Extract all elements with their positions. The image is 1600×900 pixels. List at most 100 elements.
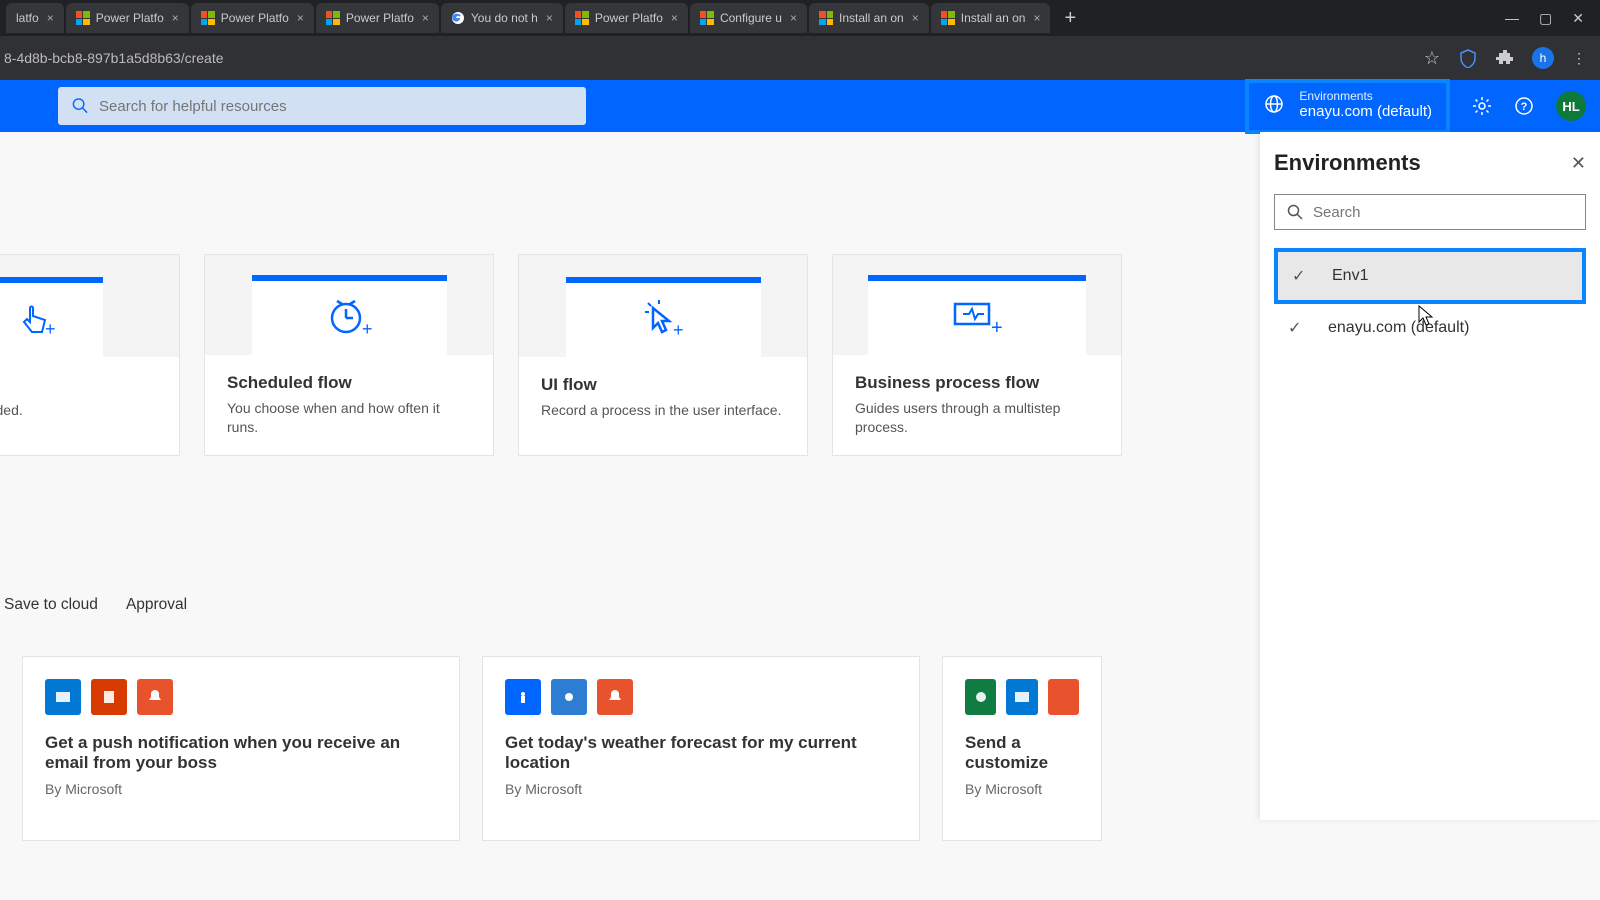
ms-favicon-icon [201, 11, 215, 25]
browser-tab[interactable]: Power Platfo× [565, 3, 688, 33]
office-icon [91, 679, 127, 715]
template-author: By Microsoft [505, 781, 897, 797]
bell-icon [137, 679, 173, 715]
environment-picker-button[interactable]: Environments enayu.com (default) [1245, 79, 1450, 134]
tab-close-icon[interactable]: × [546, 11, 553, 25]
flow-card-bpf[interactable]: + Business process flow Guides users thro… [832, 254, 1122, 456]
url-text[interactable]: 8-4d8b-bcb8-897b1a5d8b63/create [4, 50, 1424, 66]
template-card[interactable]: Get today's weather forecast for my curr… [482, 656, 920, 841]
filter-save-to-cloud[interactable]: Save to cloud [4, 596, 98, 614]
tab-close-icon[interactable]: × [1033, 11, 1040, 25]
search-icon [1287, 204, 1303, 220]
clock-icon: + [326, 295, 372, 341]
card-desc: You choose when and how often it runs. [227, 399, 471, 437]
card-title: Scheduled flow [227, 373, 471, 393]
svg-text:+: + [45, 319, 55, 339]
template-title: Get a push notification when you receive… [45, 733, 437, 773]
env-item-env1[interactable]: ✓ Env1 [1274, 248, 1586, 304]
globe-icon [1263, 93, 1285, 115]
weather-icon [551, 679, 587, 715]
browser-tab[interactable]: Install an on× [931, 3, 1051, 33]
browser-tab-strip: latfo× Power Platfo× Power Platfo× Power… [0, 0, 1600, 36]
bell-icon [597, 679, 633, 715]
svg-text:+: + [991, 317, 1003, 339]
card-title: UI flow [541, 375, 785, 395]
ms-favicon-icon [76, 11, 90, 25]
svg-text:+: + [673, 320, 684, 340]
tab-close-icon[interactable]: × [671, 11, 678, 25]
browser-address-bar[interactable]: 8-4d8b-bcb8-897b1a5d8b63/create ☆ h ⋮ [0, 36, 1600, 80]
template-card[interactable]: Send a customize By Microsoft [942, 656, 1102, 841]
tab-close-icon[interactable]: × [790, 11, 797, 25]
search-icon [72, 97, 89, 115]
process-icon: + [949, 296, 1005, 340]
browser-tab[interactable]: You do not h× [441, 3, 563, 33]
svg-text:?: ? [1521, 101, 1528, 113]
extensions-icon[interactable] [1496, 49, 1514, 67]
tab-close-icon[interactable]: × [912, 11, 919, 25]
tab-close-icon[interactable]: × [172, 11, 179, 25]
env-search-input[interactable] [1313, 204, 1573, 221]
card-title: y [0, 375, 157, 395]
user-avatar[interactable]: HL [1556, 91, 1586, 121]
tab-close-icon[interactable]: × [422, 11, 429, 25]
svg-text:+: + [362, 319, 372, 339]
card-desc: Record a process in the user interface. [541, 401, 785, 420]
template-author: By Microsoft [45, 781, 437, 797]
check-icon: ✓ [1292, 266, 1310, 286]
new-tab-button[interactable]: + [1052, 7, 1088, 30]
close-window-icon[interactable]: ✕ [1572, 10, 1584, 27]
gear-icon [1472, 96, 1492, 116]
ms-favicon-icon [941, 11, 955, 25]
app-header: Environments enayu.com (default) ? HL [0, 80, 1600, 132]
flow-card-ui[interactable]: + UI flow Record a process in the user in… [518, 254, 808, 456]
ms-favicon-icon [326, 11, 340, 25]
chrome-menu-icon[interactable]: ⋮ [1572, 50, 1586, 67]
flow-card-instant[interactable]: + y nually as needed. [0, 254, 180, 456]
outlook-icon [45, 679, 81, 715]
card-desc: nually as needed. [0, 401, 157, 420]
check-icon: ✓ [1288, 318, 1306, 338]
browser-tab[interactable]: Install an on× [809, 3, 929, 33]
minimize-icon[interactable]: — [1505, 10, 1519, 27]
env-item-default[interactable]: ✓ enayu.com (default) [1274, 304, 1586, 352]
tap-icon: + [15, 300, 55, 340]
window-controls: — ▢ ✕ [1505, 10, 1594, 27]
button-icon [505, 679, 541, 715]
environments-panel: Environments ✕ ✓ Env1 ✓ enayu.com (defau… [1260, 132, 1600, 820]
settings-button[interactable] [1472, 96, 1492, 116]
card-title: Business process flow [855, 373, 1099, 393]
ms-favicon-icon [575, 11, 589, 25]
browser-tab[interactable]: Power Platfo× [191, 3, 314, 33]
env-search[interactable] [1274, 194, 1586, 230]
cursor-icon: + [641, 298, 685, 342]
maximize-icon[interactable]: ▢ [1539, 10, 1552, 27]
env-item-name: enayu.com (default) [1328, 319, 1469, 337]
env-panel-title: Environments [1274, 150, 1421, 176]
template-author: By Microsoft [965, 781, 1079, 797]
office-icon [1048, 679, 1079, 715]
browser-tab[interactable]: Power Platfo× [66, 3, 189, 33]
global-search[interactable] [58, 87, 586, 125]
template-card[interactable]: Get a push notification when you receive… [22, 656, 460, 841]
tab-close-icon[interactable]: × [47, 11, 54, 25]
card-desc: Guides users through a multistep process… [855, 399, 1099, 437]
template-title: Send a customize [965, 733, 1079, 773]
ms-favicon-icon [819, 11, 833, 25]
question-icon: ? [1514, 96, 1534, 116]
search-input[interactable] [99, 98, 572, 115]
bookmark-star-icon[interactable]: ☆ [1424, 48, 1440, 69]
sharepoint-icon [965, 679, 996, 715]
help-button[interactable]: ? [1514, 96, 1534, 116]
template-title: Get today's weather forecast for my curr… [505, 733, 897, 773]
browser-tab[interactable]: Power Platfo× [316, 3, 439, 33]
close-icon[interactable]: ✕ [1571, 153, 1586, 174]
browser-tab[interactable]: Configure u× [690, 3, 807, 33]
vpn-icon[interactable] [1458, 48, 1478, 68]
browser-tab[interactable]: latfo× [6, 3, 64, 33]
filter-approval[interactable]: Approval [126, 596, 187, 614]
profile-avatar-icon[interactable]: h [1532, 47, 1554, 69]
flow-card-scheduled[interactable]: + Scheduled flow You choose when and how … [204, 254, 494, 456]
outlook-icon [1006, 679, 1037, 715]
tab-close-icon[interactable]: × [297, 11, 304, 25]
